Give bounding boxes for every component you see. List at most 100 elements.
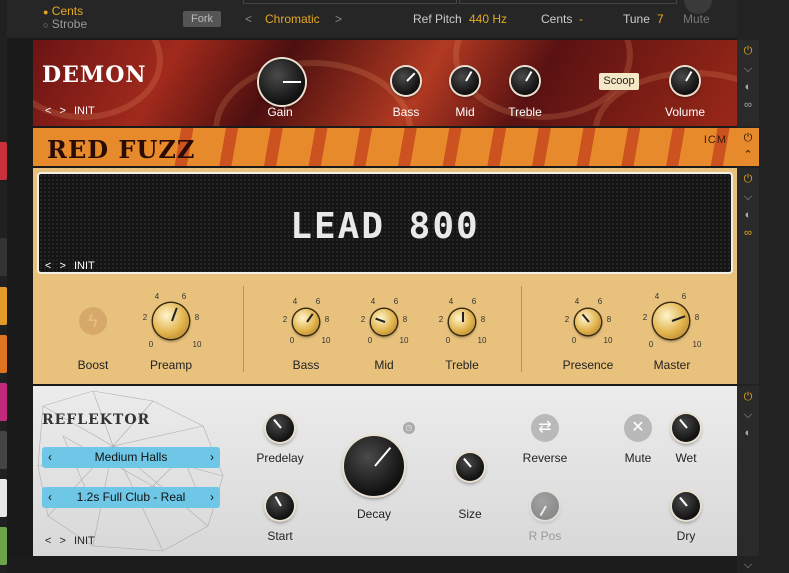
tick-label: 10 <box>321 336 331 345</box>
power-icon[interactable]: ⏻ <box>741 172 755 186</box>
preset-name[interactable]: INIT <box>74 260 95 272</box>
knob-indicator <box>465 70 473 82</box>
tick-label: 2 <box>142 313 148 322</box>
preset-name[interactable]: INIT <box>74 105 95 117</box>
tick-label: 2 <box>642 313 648 322</box>
reflektor-logo: REFLEKTOR <box>42 412 151 428</box>
decay-label: Decay <box>356 507 391 521</box>
start-knob[interactable] <box>266 492 294 520</box>
expand-icon[interactable]: ⌃ <box>741 148 755 162</box>
treble-knob[interactable] <box>449 309 475 335</box>
track-color-tab[interactable] <box>0 431 7 469</box>
sync-clock-icon[interactable]: ◷ <box>403 422 415 434</box>
room-prev-button[interactable]: ‹ <box>48 447 52 468</box>
ir-next-button[interactable]: › <box>210 487 214 508</box>
power-icon[interactable]: ⏻ <box>741 44 755 58</box>
track-color-tab[interactable] <box>0 142 7 180</box>
wet-knob[interactable] <box>672 414 700 442</box>
room-type-value: Medium Halls <box>94 450 168 464</box>
reverse-icon[interactable]: ⇄ <box>531 414 559 442</box>
bypass-icon[interactable]: ◐ <box>741 208 755 222</box>
tick-label: 8 <box>606 315 612 324</box>
scroll-down-icon[interactable]: ⌵ <box>741 558 755 572</box>
bypass-icon[interactable]: ◐ <box>741 80 755 94</box>
tick-label: 0 <box>289 336 295 345</box>
knob-indicator <box>171 307 178 322</box>
track-color-tab[interactable] <box>0 479 7 517</box>
knob-indicator <box>306 313 314 323</box>
track-color-tab[interactable] <box>0 527 7 565</box>
decay-knob[interactable] <box>344 436 404 496</box>
preset-prev-button[interactable]: < <box>45 260 51 272</box>
mid-knob[interactable] <box>371 309 397 335</box>
link-icon[interactable]: ∞ <box>741 226 755 240</box>
preset-prev-button[interactable]: < <box>45 105 51 117</box>
fork-button[interactable]: Fork <box>183 11 221 27</box>
knob-indicator <box>581 313 590 323</box>
preset-next-button[interactable]: > <box>60 105 66 117</box>
dry-knob[interactable] <box>672 492 700 520</box>
bass-knob[interactable] <box>392 67 420 95</box>
tuner-bar: ● Cents ○ Strobe Fork < Chromatic > Ref … <box>7 0 737 38</box>
tick-label: 0 <box>571 336 577 345</box>
tick-label: 2 <box>282 315 288 324</box>
preset-next-button[interactable]: > <box>60 535 66 547</box>
preset-prev-button[interactable]: < <box>45 535 51 547</box>
impulse-selector[interactable]: ‹ 1.2s Full Club - Real › <box>42 487 220 508</box>
knob-indicator <box>671 315 686 322</box>
link-icon[interactable]: ∞ <box>741 98 755 112</box>
mute-x-icon[interactable]: ✕ <box>624 414 652 442</box>
track-color-tab[interactable] <box>0 238 7 276</box>
tick-label: 10 <box>477 336 487 345</box>
mode-next-button[interactable]: > <box>335 12 342 26</box>
power-icon[interactable]: ⏻ <box>741 131 755 145</box>
boost-icon[interactable]: ϟ <box>79 307 107 335</box>
preset-name[interactable]: INIT <box>74 535 95 547</box>
radio-selected-icon: ● <box>43 7 49 17</box>
gain-knob[interactable] <box>259 59 305 105</box>
knob-indicator <box>539 505 547 517</box>
ir-prev-button[interactable]: ‹ <box>48 487 52 508</box>
presence-knob[interactable] <box>575 309 601 335</box>
preset-next-button[interactable]: > <box>60 260 66 272</box>
scoop-button[interactable]: Scoop <box>599 73 639 90</box>
mode-prev-button[interactable]: < <box>245 12 252 26</box>
tick-label: 10 <box>692 340 702 349</box>
tick-label: 4 <box>448 297 454 306</box>
tick-label: 2 <box>360 315 366 324</box>
track-color-tab[interactable] <box>0 287 7 325</box>
bypass-icon[interactable]: ◐ <box>741 426 755 440</box>
preamp-knob[interactable] <box>153 303 189 339</box>
room-type-selector[interactable]: ‹ Medium Halls › <box>42 447 220 468</box>
mid-knob[interactable] <box>451 67 479 95</box>
master-label: Master <box>653 358 691 372</box>
amp-grill: LEAD 800 < > INIT <box>37 172 733 274</box>
collapse-icon[interactable]: ⌵ <box>741 190 755 204</box>
rpos-knob[interactable] <box>531 492 559 520</box>
predelay-knob[interactable] <box>266 414 294 442</box>
bass-knob[interactable] <box>293 309 319 335</box>
master-knob[interactable] <box>653 303 689 339</box>
tick-label: 6 <box>597 297 603 306</box>
knob-indicator <box>525 70 533 82</box>
module-side-controls: ⏻ ⌵ ◐ ∞ ⏻ ⌃ ⏻ ⌵ ◐ ∞ ⏻ ⌵ ◐ ⌵ <box>737 0 789 573</box>
lead-preset-nav: < > INIT <box>45 260 95 272</box>
size-knob[interactable] <box>456 453 484 481</box>
radio-unselected-icon: ○ <box>43 20 49 30</box>
collapse-icon[interactable]: ⌵ <box>741 408 755 422</box>
treble-knob[interactable] <box>511 67 539 95</box>
volume-knob[interactable] <box>671 67 699 95</box>
collapse-icon[interactable]: ⌵ <box>741 62 755 76</box>
power-icon[interactable]: ⏻ <box>741 390 755 404</box>
ref-pitch-value[interactable]: 440 Hz <box>469 12 507 26</box>
room-next-button[interactable]: › <box>210 447 214 468</box>
tick-label: 6 <box>471 297 477 306</box>
redfuzz-module[interactable]: RED FUZZ ICM <box>33 128 737 166</box>
tuner-mode-value[interactable]: Chromatic <box>265 12 320 26</box>
track-color-tab[interactable] <box>0 383 7 421</box>
strobe-option[interactable]: ○ Strobe <box>43 17 87 31</box>
track-color-tab[interactable] <box>0 335 7 373</box>
redfuzz-logo: RED FUZZ <box>47 135 196 164</box>
cents-option[interactable]: ● Cents <box>43 4 83 18</box>
tick-label: 2 <box>438 315 444 324</box>
